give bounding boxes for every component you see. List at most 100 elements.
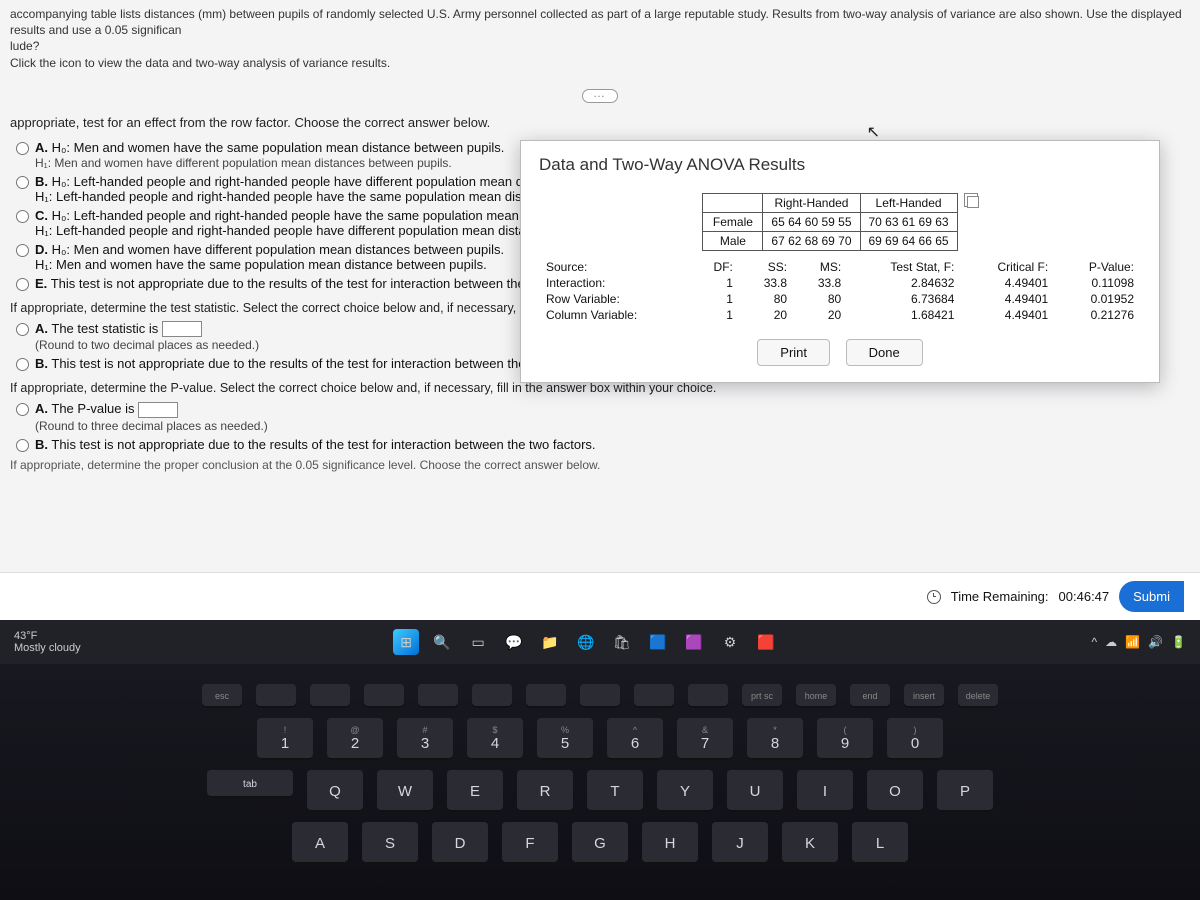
hdr-ms: MS: xyxy=(794,259,848,275)
key-u: U xyxy=(727,770,783,812)
taskbar-center-icons: ⊞ 🔍 ▭ 💬 📁 🌐 🛍 🟦 🟪 ⚙ 🟥 xyxy=(89,629,1084,655)
conclusion-prompt-cutoff: If appropriate, determine the proper con… xyxy=(10,458,1190,472)
submit-button[interactable]: Submi xyxy=(1119,581,1184,612)
hdr-df: DF: xyxy=(692,259,740,275)
pval-choice-b[interactable]: B. This test is not appropriate due to t… xyxy=(10,437,1190,452)
clock-icon xyxy=(927,590,941,604)
p-value-input[interactable] xyxy=(138,402,178,418)
tray-battery-icon[interactable]: 🔋 xyxy=(1171,635,1186,649)
task-view-icon[interactable]: ▭ xyxy=(465,629,491,655)
print-button[interactable]: Print xyxy=(757,339,830,366)
key-f7 xyxy=(580,684,620,708)
radio-c[interactable] xyxy=(16,210,29,223)
key-w: W xyxy=(377,770,433,812)
edge-icon[interactable]: 🌐 xyxy=(573,629,599,655)
key-3: #3 xyxy=(397,718,453,760)
key-8: *8 xyxy=(747,718,803,760)
key-t: T xyxy=(587,770,643,812)
anova-table: Source: DF: SS: MS: Test Stat, F: Critic… xyxy=(539,259,1141,323)
view-data-link[interactable]: Click the icon to view the data and two-… xyxy=(10,56,390,70)
stat-label-a: A. xyxy=(35,321,48,336)
tray-volume-icon[interactable]: 🔊 xyxy=(1148,635,1163,649)
anova-row-row-variable: Row Variable: 1 80 80 6.73684 4.49401 0.… xyxy=(539,291,1141,307)
search-icon[interactable]: 🔍 xyxy=(429,629,455,655)
app2-icon[interactable]: 🟪 xyxy=(681,629,707,655)
key-o: O xyxy=(867,770,923,812)
key-7: &7 xyxy=(677,718,733,760)
key-9: (9 xyxy=(817,718,873,760)
pval-choice-a[interactable]: A. The P-value is (Round to three decima… xyxy=(10,401,1190,433)
test-statistic-input[interactable] xyxy=(162,321,202,337)
cell-female-right: 65 64 60 59 55 xyxy=(763,213,860,232)
key-j: J xyxy=(712,822,768,864)
done-button[interactable]: Done xyxy=(846,339,923,366)
store-icon[interactable]: 🛍 xyxy=(609,629,635,655)
start-icon[interactable]: ⊞ xyxy=(393,629,419,655)
key-end: end xyxy=(850,684,890,708)
stat-radio-b[interactable] xyxy=(16,358,29,371)
number-row: !1 @2 #3 $4 %5 ^6 &7 *8 (9 )0 xyxy=(60,718,1140,760)
a-h0: H₀: Men and women have the same populati… xyxy=(52,140,505,155)
hdr-p: P-Value: xyxy=(1055,259,1141,275)
key-delete: delete xyxy=(958,684,998,708)
app3-icon[interactable]: 🟥 xyxy=(753,629,779,655)
copy-icon[interactable] xyxy=(964,193,978,207)
key-q: Q xyxy=(307,770,363,812)
key-6: ^6 xyxy=(607,718,663,760)
key-h: H xyxy=(642,822,698,864)
expand-toggle-button[interactable] xyxy=(582,89,618,103)
col-left-handed: Left-Handed xyxy=(860,194,957,213)
settings-icon[interactable]: ⚙ xyxy=(717,629,743,655)
stat-a-hint: (Round to two decimal places as needed.) xyxy=(35,338,259,352)
key-0: )0 xyxy=(887,718,943,760)
anova-results-dialog: Data and Two-Way ANOVA Results Right-Han… xyxy=(520,140,1160,383)
key-p: P xyxy=(937,770,993,812)
cell-male-left: 69 69 64 66 65 xyxy=(860,232,957,251)
key-l: L xyxy=(852,822,908,864)
stat-a-pre: The test statistic is xyxy=(51,321,158,336)
pval-radio-b[interactable] xyxy=(16,439,29,452)
windows-taskbar[interactable]: 43°F Mostly cloudy ⊞ 🔍 ▭ 💬 📁 🌐 🛍 🟦 🟪 ⚙ 🟥… xyxy=(0,620,1200,664)
cell-female-left: 70 63 61 69 63 xyxy=(860,213,957,232)
explorer-icon[interactable]: 📁 xyxy=(537,629,563,655)
laptop-hardware-area: 43°F Mostly cloudy ⊞ 🔍 ▭ 💬 📁 🌐 🛍 🟦 🟪 ⚙ 🟥… xyxy=(0,620,1200,900)
hdr-f: Test Stat, F: xyxy=(848,259,961,275)
cell-male-right: 67 62 68 69 70 xyxy=(763,232,860,251)
system-tray[interactable]: ^ ☁ 📶 🔊 🔋 xyxy=(1092,635,1187,649)
d-h0: H₀: Men and women have different populat… xyxy=(52,242,505,257)
row-male: Male xyxy=(703,232,763,251)
app-icon[interactable]: 🟦 xyxy=(645,629,671,655)
label-a: A. xyxy=(35,140,48,155)
key-f3 xyxy=(364,684,404,708)
key-esc: esc xyxy=(202,684,242,708)
key-5: %5 xyxy=(537,718,593,760)
pval-a-pre: The P-value is xyxy=(51,401,134,416)
key-f6 xyxy=(526,684,566,708)
radio-e[interactable] xyxy=(16,278,29,291)
tray-chevron-icon[interactable]: ^ xyxy=(1092,635,1098,649)
radio-d[interactable] xyxy=(16,244,29,257)
weather-temp: 43°F xyxy=(14,630,81,642)
stat-b-text: This test is not appropriate due to the … xyxy=(51,356,595,371)
tray-cloud-icon[interactable]: ☁ xyxy=(1105,635,1117,649)
col-right-handed: Right-Handed xyxy=(763,194,860,213)
stat-radio-a[interactable] xyxy=(16,323,29,336)
radio-b[interactable] xyxy=(16,176,29,189)
weather-widget[interactable]: 43°F Mostly cloudy xyxy=(14,630,81,654)
time-remaining-label: Time Remaining: xyxy=(951,589,1049,604)
preamble-line2: lude? xyxy=(10,39,39,53)
pval-radio-a[interactable] xyxy=(16,403,29,416)
chat-icon[interactable]: 💬 xyxy=(501,629,527,655)
question-preamble: accompanying table lists distances (mm) … xyxy=(10,6,1190,71)
anova-row-interaction: Interaction: 1 33.8 33.8 2.84632 4.49401… xyxy=(539,275,1141,291)
physical-keyboard: esc prt sc home end insert delete !1 @2 … xyxy=(0,664,1200,884)
key-a: A xyxy=(292,822,348,864)
key-f9 xyxy=(688,684,728,708)
key-r: R xyxy=(517,770,573,812)
weather-cond: Mostly cloudy xyxy=(14,642,81,654)
e-text: This test is not appropriate due to the … xyxy=(51,276,595,291)
key-f: F xyxy=(502,822,558,864)
radio-a[interactable] xyxy=(16,142,29,155)
pval-label-b: B. xyxy=(35,437,48,452)
tray-wifi-icon[interactable]: 📶 xyxy=(1125,635,1140,649)
